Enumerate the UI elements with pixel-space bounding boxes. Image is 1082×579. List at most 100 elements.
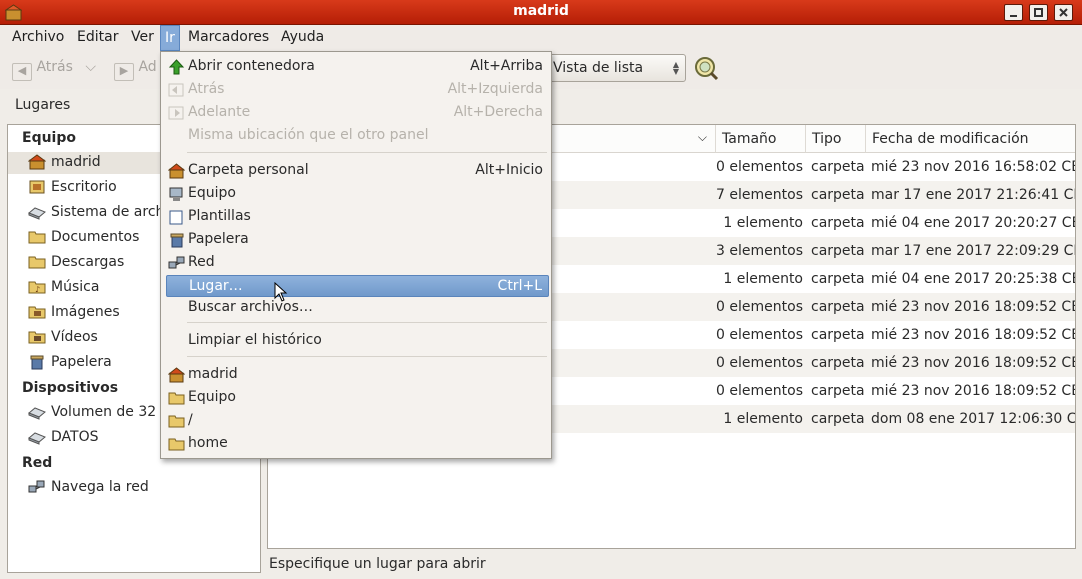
network-icon [168, 256, 185, 269]
menu-item-label: Limpiar el histórico [188, 332, 322, 348]
menu-item-label: Papelera [188, 231, 249, 247]
home-icon [28, 154, 46, 170]
cell-date: dom 08 ene 2017 12:06:30 CET [871, 411, 1076, 427]
cell-type: carpeta [811, 159, 865, 175]
sidebar-item-label: Sistema de archi [51, 204, 169, 220]
search-icon[interactable] [692, 54, 720, 82]
cell-date: mar 17 ene 2017 21:26:41 CET [871, 187, 1076, 203]
menu-ir[interactable]: Ir [160, 25, 180, 51]
menu-item-accel: Ctrl+L [497, 278, 542, 294]
home-icon [168, 163, 185, 179]
maximize-button[interactable] [1029, 4, 1048, 21]
folder-icon [28, 231, 46, 244]
sort-chevron-icon: ⌵ [697, 130, 707, 144]
sidebar-section-equipo: Equipo [22, 130, 76, 146]
drive-icon [28, 207, 46, 220]
menu-archivo[interactable]: Archivo [10, 29, 66, 45]
cell-type: carpeta [811, 299, 865, 315]
menu-item-accel: Alt+Inicio [475, 162, 543, 178]
menu-marcadores[interactable]: Marcadores [186, 29, 271, 45]
sidebar-item-label: Vídeos [51, 329, 98, 345]
status-bar: Especifique un lugar para abrir [269, 556, 486, 572]
cell-size: 0 elementos [716, 383, 803, 399]
pictures-folder-icon [28, 306, 46, 319]
sidebar-item-label: madrid [51, 154, 101, 170]
cell-size: 0 elementos [716, 299, 803, 315]
menu-item-lugar[interactable]: Lugar… Ctrl+L [166, 275, 549, 297]
view-mode-value: Vista de lista [553, 60, 644, 76]
menu-item-label: Abrir contenedora [188, 58, 315, 74]
menu-item-history-root[interactable]: / [166, 410, 549, 432]
back-button[interactable]: ◀ Atrás ⌵ [12, 59, 96, 81]
network-icon [28, 480, 45, 493]
menu-item-label: home [188, 435, 228, 451]
column-header-tipo[interactable]: Tipo [806, 125, 866, 153]
close-button[interactable] [1054, 4, 1073, 21]
menu-item-history-equipo[interactable]: Equipo [166, 387, 549, 409]
sidebar-item-label: Descargas [51, 254, 125, 270]
menu-separator [187, 322, 547, 323]
menu-ver[interactable]: Ver [129, 29, 156, 45]
menu-item-label: Carpeta personal [188, 162, 309, 178]
cell-type: carpeta [811, 271, 865, 287]
cell-size: 0 elementos [716, 327, 803, 343]
cell-size: 0 elementos [716, 355, 803, 371]
close-icon [1059, 8, 1068, 17]
menu-item-history-madrid[interactable]: madrid [166, 364, 549, 386]
desktop-icon [29, 180, 45, 194]
menu-item-accel: Alt+Derecha [453, 104, 543, 120]
menu-item-plantillas[interactable]: Plantillas [166, 206, 549, 228]
menu-editar[interactable]: Editar [75, 29, 120, 45]
menu-item-misma-ubicacion[interactable]: Misma ubicación que el otro panel [166, 125, 549, 147]
cell-date: mié 23 nov 2016 18:09:52 CET [871, 383, 1076, 399]
minimize-button[interactable] [1004, 4, 1023, 21]
drive-icon [28, 432, 46, 445]
menu-bar: Archivo Editar Ver Ir Marcadores Ayuda [0, 25, 1082, 51]
folder-icon [168, 415, 185, 428]
sidebar-item-label: Navega la red [51, 479, 149, 495]
menu-item-equipo[interactable]: Equipo [166, 183, 549, 205]
cell-type: carpeta [811, 411, 865, 427]
cell-date: mié 23 nov 2016 18:09:52 CET [871, 299, 1076, 315]
places-label: Lugares [15, 97, 71, 113]
sidebar-item-label: Escritorio [51, 179, 117, 195]
menu-item-abrir-contenedora[interactable]: Abrir contenedora Alt+Arriba [166, 56, 549, 78]
folder-icon [28, 256, 46, 269]
menu-item-limpiar-historico[interactable]: Limpiar el histórico [166, 330, 549, 352]
cell-date: mié 23 nov 2016 18:09:52 CET [871, 355, 1076, 371]
menu-item-history-home[interactable]: home [166, 433, 549, 455]
column-header-fecha[interactable]: Fecha de modificación [866, 125, 1075, 153]
cell-type: carpeta [811, 327, 865, 343]
menu-item-carpeta-personal[interactable]: Carpeta personal Alt+Inicio [166, 160, 549, 182]
menu-item-atras[interactable]: Atrás Alt+Izquierda [166, 79, 549, 101]
cell-type: carpeta [811, 215, 865, 231]
menu-item-red[interactable]: Red [166, 252, 549, 274]
sidebar-item-navega-red[interactable]: Navega la red [28, 477, 260, 499]
title-bar: madrid [0, 0, 1082, 25]
cell-date: mié 04 ene 2017 20:25:38 CET [871, 271, 1076, 287]
svg-text:♪: ♪ [35, 285, 40, 294]
cell-date: mar 17 ene 2017 22:09:29 CET [871, 243, 1076, 259]
sidebar-section-red: Red [22, 455, 53, 471]
cell-type: carpeta [811, 355, 865, 371]
forward-button[interactable]: ▶ Ad [114, 59, 157, 81]
view-mode-select[interactable]: Vista de lista ▲ ▼ [545, 54, 686, 82]
menu-item-buscar-archivos[interactable]: Buscar archivos… [166, 297, 549, 319]
menu-item-papelera[interactable]: Papelera [166, 229, 549, 251]
menu-item-adelante[interactable]: Adelante Alt+Derecha [166, 102, 549, 124]
menu-item-label: Atrás [188, 81, 225, 97]
menu-item-accel: Alt+Arriba [470, 58, 543, 74]
cell-size: 0 elementos [716, 159, 803, 175]
trash-icon [170, 233, 184, 248]
chevron-down-icon: ⌵ [85, 59, 96, 75]
menu-item-label: Equipo [188, 185, 236, 201]
maximize-icon [1034, 8, 1043, 17]
sidebar-item-label: Música [51, 279, 100, 295]
menu-separator [187, 152, 547, 153]
menu-ayuda[interactable]: Ayuda [279, 29, 326, 45]
menu-item-accel: Alt+Izquierda [447, 81, 543, 97]
computer-icon [169, 187, 183, 201]
cell-type: carpeta [811, 243, 865, 259]
column-header-tamano[interactable]: Tamaño [716, 125, 806, 153]
menu-separator [187, 356, 547, 357]
